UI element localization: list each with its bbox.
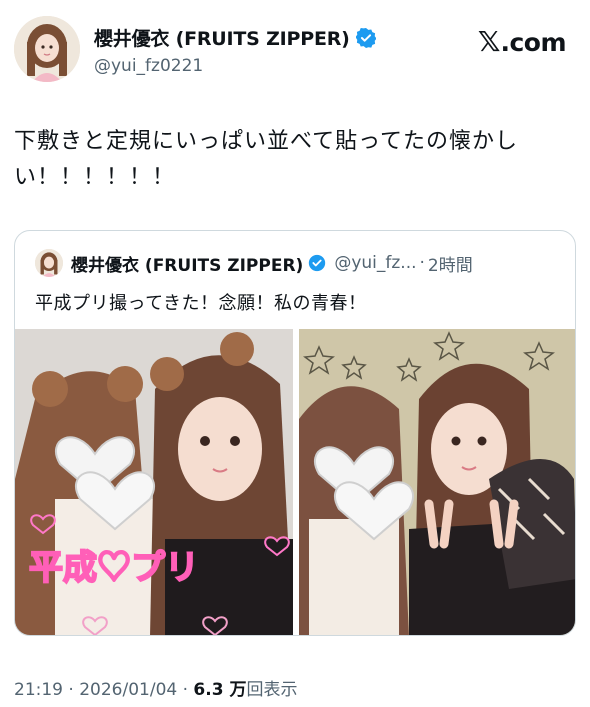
views-count: 6.3 万 xyxy=(193,680,247,700)
separator-dot: · xyxy=(63,680,80,700)
quoted-author-avatar[interactable] xyxy=(35,249,63,277)
author-name[interactable]: 櫻井優衣 (FRUITS ZIPPER) xyxy=(94,24,350,51)
author-name-row: 櫻井優衣 (FRUITS ZIPPER) xyxy=(94,24,376,51)
tweet-time[interactable]: 21:19 xyxy=(14,680,63,700)
author-avatar[interactable] xyxy=(14,16,80,82)
quoted-tweet-header: 櫻井優衣 (FRUITS ZIPPER) @yui_fz... · 2時間 xyxy=(35,249,473,277)
views-label: 回表示 xyxy=(246,680,298,700)
tweet-text: 下敷きと定規にいっぱい並べて貼ってたの懐かしい！！！！！！ xyxy=(14,129,519,190)
tweet-meta: 21:19 · 2026/01/04 · 6.3 万回表示 xyxy=(14,675,297,700)
quoted-author-handle[interactable]: @yui_fz... xyxy=(334,253,416,273)
x-logo[interactable]: 𝕏 .com xyxy=(477,25,567,58)
quoted-photo-right[interactable] xyxy=(299,329,575,635)
separator-dot: · xyxy=(177,680,194,700)
tweet-date[interactable]: 2026/01/04 xyxy=(79,680,177,700)
verified-badge-icon xyxy=(309,254,326,272)
verified-badge-icon xyxy=(355,27,376,48)
quoted-author-name[interactable]: 櫻井優衣 (FRUITS ZIPPER) xyxy=(71,251,303,276)
separator-dot: · xyxy=(419,253,425,273)
quoted-timestamp[interactable]: 2時間 xyxy=(428,251,473,276)
x-logo-label: .com xyxy=(500,28,566,57)
tweet-header: 櫻井優衣 (FRUITS ZIPPER) @yui_fz0221 𝕏 .com xyxy=(14,16,576,86)
x-logo-icon: 𝕏 xyxy=(477,25,501,58)
photo-stamp-text: 平成♡プリ xyxy=(29,549,199,587)
author-handle[interactable]: @yui_fz0221 xyxy=(94,56,203,76)
quoted-tweet-text: 平成プリ撮ってきた！念願！私の青春！ xyxy=(35,293,367,314)
quoted-photo-left[interactable]: 平成♡プリ xyxy=(15,329,293,635)
quoted-tweet-card[interactable]: 櫻井優衣 (FRUITS ZIPPER) @yui_fz... · 2時間 平成… xyxy=(14,230,576,636)
